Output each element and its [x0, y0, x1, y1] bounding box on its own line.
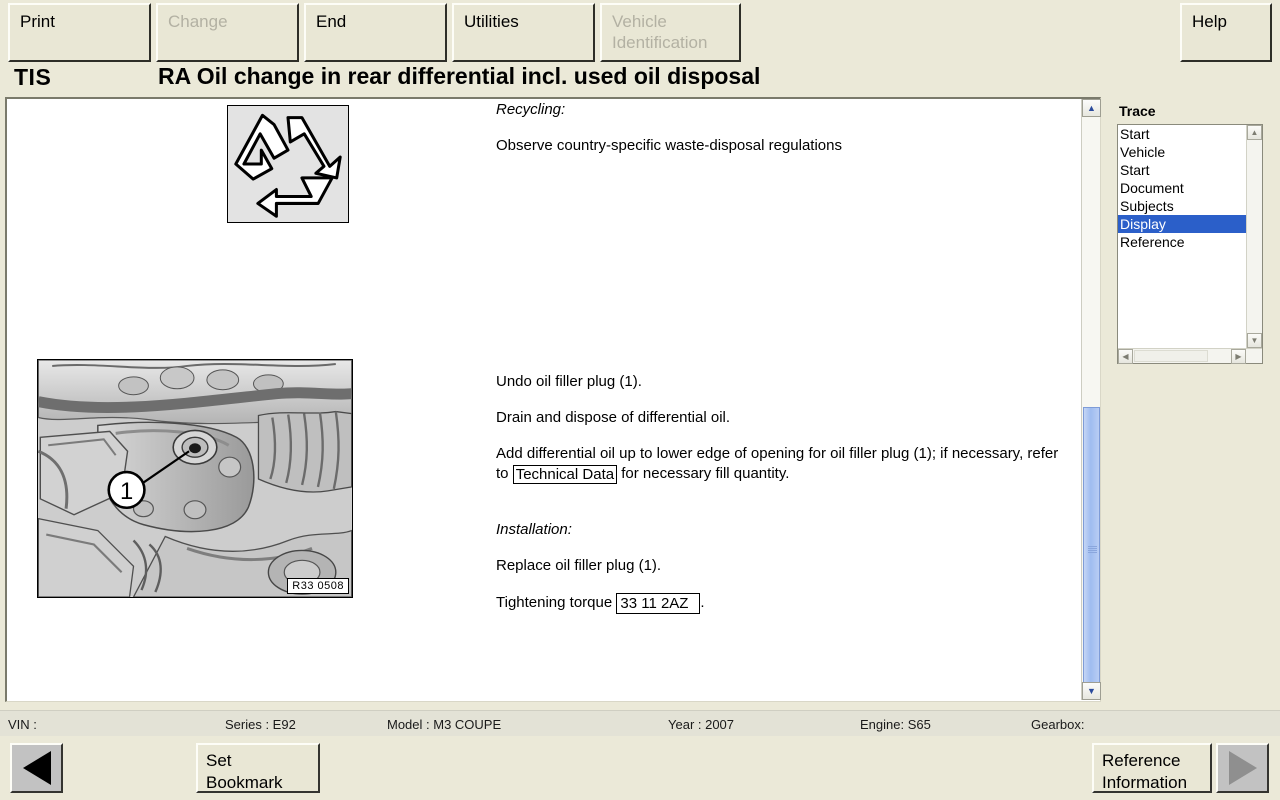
- text-spacer-2: [496, 500, 1066, 520]
- toolbar-button-help[interactable]: Help: [1180, 3, 1272, 62]
- torque-label: Tightening torque: [496, 594, 617, 611]
- trace-panel-title: Trace: [1119, 103, 1156, 119]
- toolbar-button-print[interactable]: Print: [8, 3, 151, 62]
- trace-item-reference[interactable]: Reference: [1118, 233, 1246, 251]
- recycling-heading: Recycling:: [496, 101, 566, 118]
- torque-suffix: .: [700, 594, 705, 611]
- trace-scroll-up-icon[interactable]: ▲: [1247, 125, 1262, 140]
- bottom-navigation-bar: Set Bookmark Reference Information: [0, 738, 1280, 800]
- toolbar-button-vehicle-identification[interactable]: Vehicle Identification: [600, 3, 741, 62]
- recycling-symbol-icon: [227, 105, 349, 223]
- scroll-down-icon[interactable]: ▼: [1082, 682, 1101, 700]
- back-button[interactable]: [10, 743, 63, 793]
- triangle-right-icon: [1228, 751, 1257, 785]
- trace-scroll-left-icon[interactable]: ◀: [1118, 349, 1133, 364]
- reference-information-button[interactable]: Reference Information: [1092, 743, 1212, 793]
- step-add-oil: Add differential oil up to lower edge of…: [496, 444, 1066, 484]
- triangle-left-icon: [22, 751, 51, 785]
- torque-value-box[interactable]: 33 11 2AZ: [616, 593, 701, 614]
- page-title: RA Oil change in rear differential incl.…: [158, 63, 761, 89]
- scroll-up-icon[interactable]: ▲: [1082, 99, 1101, 117]
- differential-illustration: 1 R33 0508: [37, 359, 353, 598]
- installation-heading: Installation:: [496, 521, 572, 538]
- step-undo-plug: Undo oil filler plug (1).: [496, 373, 642, 390]
- trace-panel: Start Vehicle Start Document Subjects Di…: [1117, 124, 1263, 364]
- status-gearbox: Gearbox:: [1031, 717, 1085, 732]
- status-engine: Engine: S65: [860, 717, 931, 732]
- trace-scroll-right-icon[interactable]: ▶: [1231, 349, 1246, 364]
- trace-item-subjects[interactable]: Subjects: [1118, 197, 1246, 215]
- step-drain-oil: Drain and dispose of differential oil.: [496, 409, 731, 426]
- document-viewport: 1 R33 0508 Recycling: Observe country-sp…: [5, 97, 1101, 702]
- trace-scroll-down-icon[interactable]: ▼: [1247, 333, 1262, 348]
- status-vin: VIN :: [8, 717, 37, 732]
- trace-item-start-2[interactable]: Start: [1118, 161, 1246, 179]
- recycling-note: Observe country-specific waste-disposal …: [496, 137, 842, 154]
- tis-application-window: Print Change End Utilities Vehicle Ident…: [0, 0, 1280, 800]
- trace-list[interactable]: Start Vehicle Start Document Subjects Di…: [1118, 125, 1246, 348]
- trace-vertical-scrollbar[interactable]: ▲ ▼: [1246, 125, 1262, 348]
- status-series: Series : E92: [225, 717, 296, 732]
- scrollbar-thumb[interactable]: [1083, 407, 1100, 692]
- step-replace-plug: Replace oil filler plug (1).: [496, 557, 662, 574]
- status-model: Model : M3 COUPE: [387, 717, 502, 732]
- toolbar-button-end[interactable]: End: [304, 3, 447, 62]
- status-year: Year : 2007: [668, 717, 735, 732]
- trace-horizontal-scrollbar[interactable]: ◀ ▶: [1118, 348, 1262, 364]
- trace-item-start-1[interactable]: Start: [1118, 125, 1246, 143]
- technical-data-link[interactable]: Technical Data: [512, 465, 618, 484]
- vehicle-status-bar: VIN : Series : E92 Model : M3 COUPE Year…: [0, 710, 1280, 736]
- toolbar-button-utilities[interactable]: Utilities: [452, 3, 595, 62]
- document-text-column: Recycling: Observe country-specific wast…: [496, 99, 1066, 629]
- svg-text:1: 1: [120, 478, 133, 505]
- title-row: TIS RA Oil change in rear differential i…: [0, 62, 1280, 95]
- toolbar-button-change[interactable]: Change: [156, 3, 299, 62]
- trace-hscroll-thumb[interactable]: [1134, 350, 1208, 362]
- document-vertical-scrollbar[interactable]: ▲ ▼: [1081, 99, 1101, 700]
- tightening-torque-line: Tightening torque 33 11 2AZ.: [496, 592, 1066, 614]
- document-page: 1 R33 0508 Recycling: Observe country-sp…: [7, 99, 1081, 700]
- thumb-grip-icon: [1088, 545, 1097, 554]
- add-oil-text-after: for necessary fill quantity.: [617, 465, 790, 482]
- set-bookmark-button[interactable]: Set Bookmark: [196, 743, 320, 793]
- trace-item-vehicle[interactable]: Vehicle: [1118, 143, 1246, 161]
- forward-button[interactable]: [1216, 743, 1269, 793]
- figure-code: R33 0508: [287, 578, 349, 594]
- text-spacer: [496, 172, 1066, 372]
- trace-item-display[interactable]: Display: [1118, 215, 1246, 233]
- app-label: TIS: [14, 64, 52, 90]
- top-toolbar: Print Change End Utilities Vehicle Ident…: [0, 0, 1280, 64]
- trace-item-document[interactable]: Document: [1118, 179, 1246, 197]
